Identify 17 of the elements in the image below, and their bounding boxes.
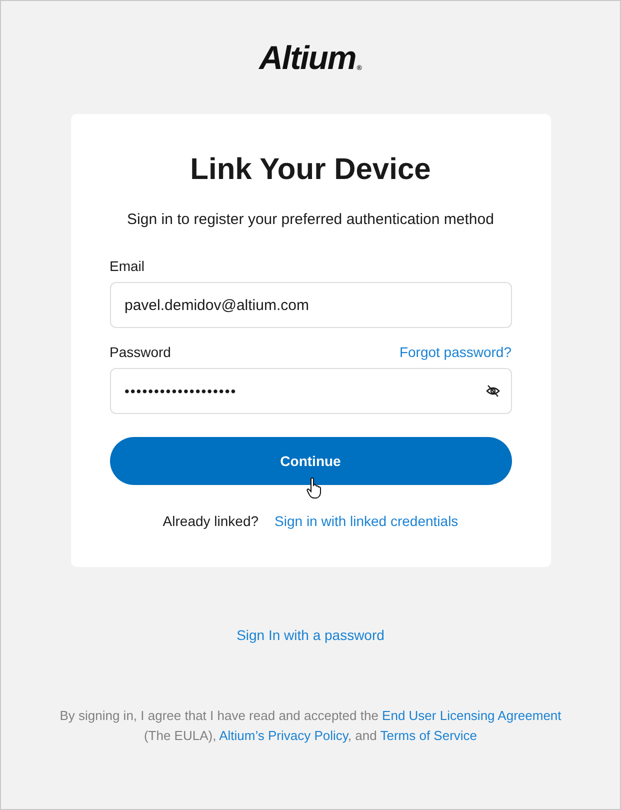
hand-cursor-icon [306,477,322,499]
legal-link[interactable]: End User Licensing Agreement [382,708,562,723]
continue-button[interactable]: Continue [110,437,512,485]
linked-credentials-link[interactable]: Sign in with linked credentials [274,513,458,529]
email-field[interactable]: pavel.demidov@altium.com [110,282,512,328]
subtitle: Sign in to register your preferred authentication method [126,210,495,230]
password-field[interactable]: ••••••••••••••••••• [110,368,512,414]
already-linked-text: Already linked? [162,513,259,529]
card-title: Link Your Device [189,152,432,188]
password-label: Password [110,344,171,360]
password-sign-in-link[interactable]: Sign In with a password [236,627,384,643]
legal-notice: By signing in, I agree that I have read and accepted the End User Licensing Agreement (The EULA), Altium’s Privacy Policy, and Terms of Service [58,707,562,745]
legal-link[interactable]: Terms of Service [380,728,478,743]
legal-link[interactable]: Altium’s Privacy Policy [219,728,348,743]
email-label: Email [110,258,145,274]
hidden-eye-icon[interactable] [486,384,500,398]
forgot-password-link[interactable]: Forgot password? [399,344,512,360]
